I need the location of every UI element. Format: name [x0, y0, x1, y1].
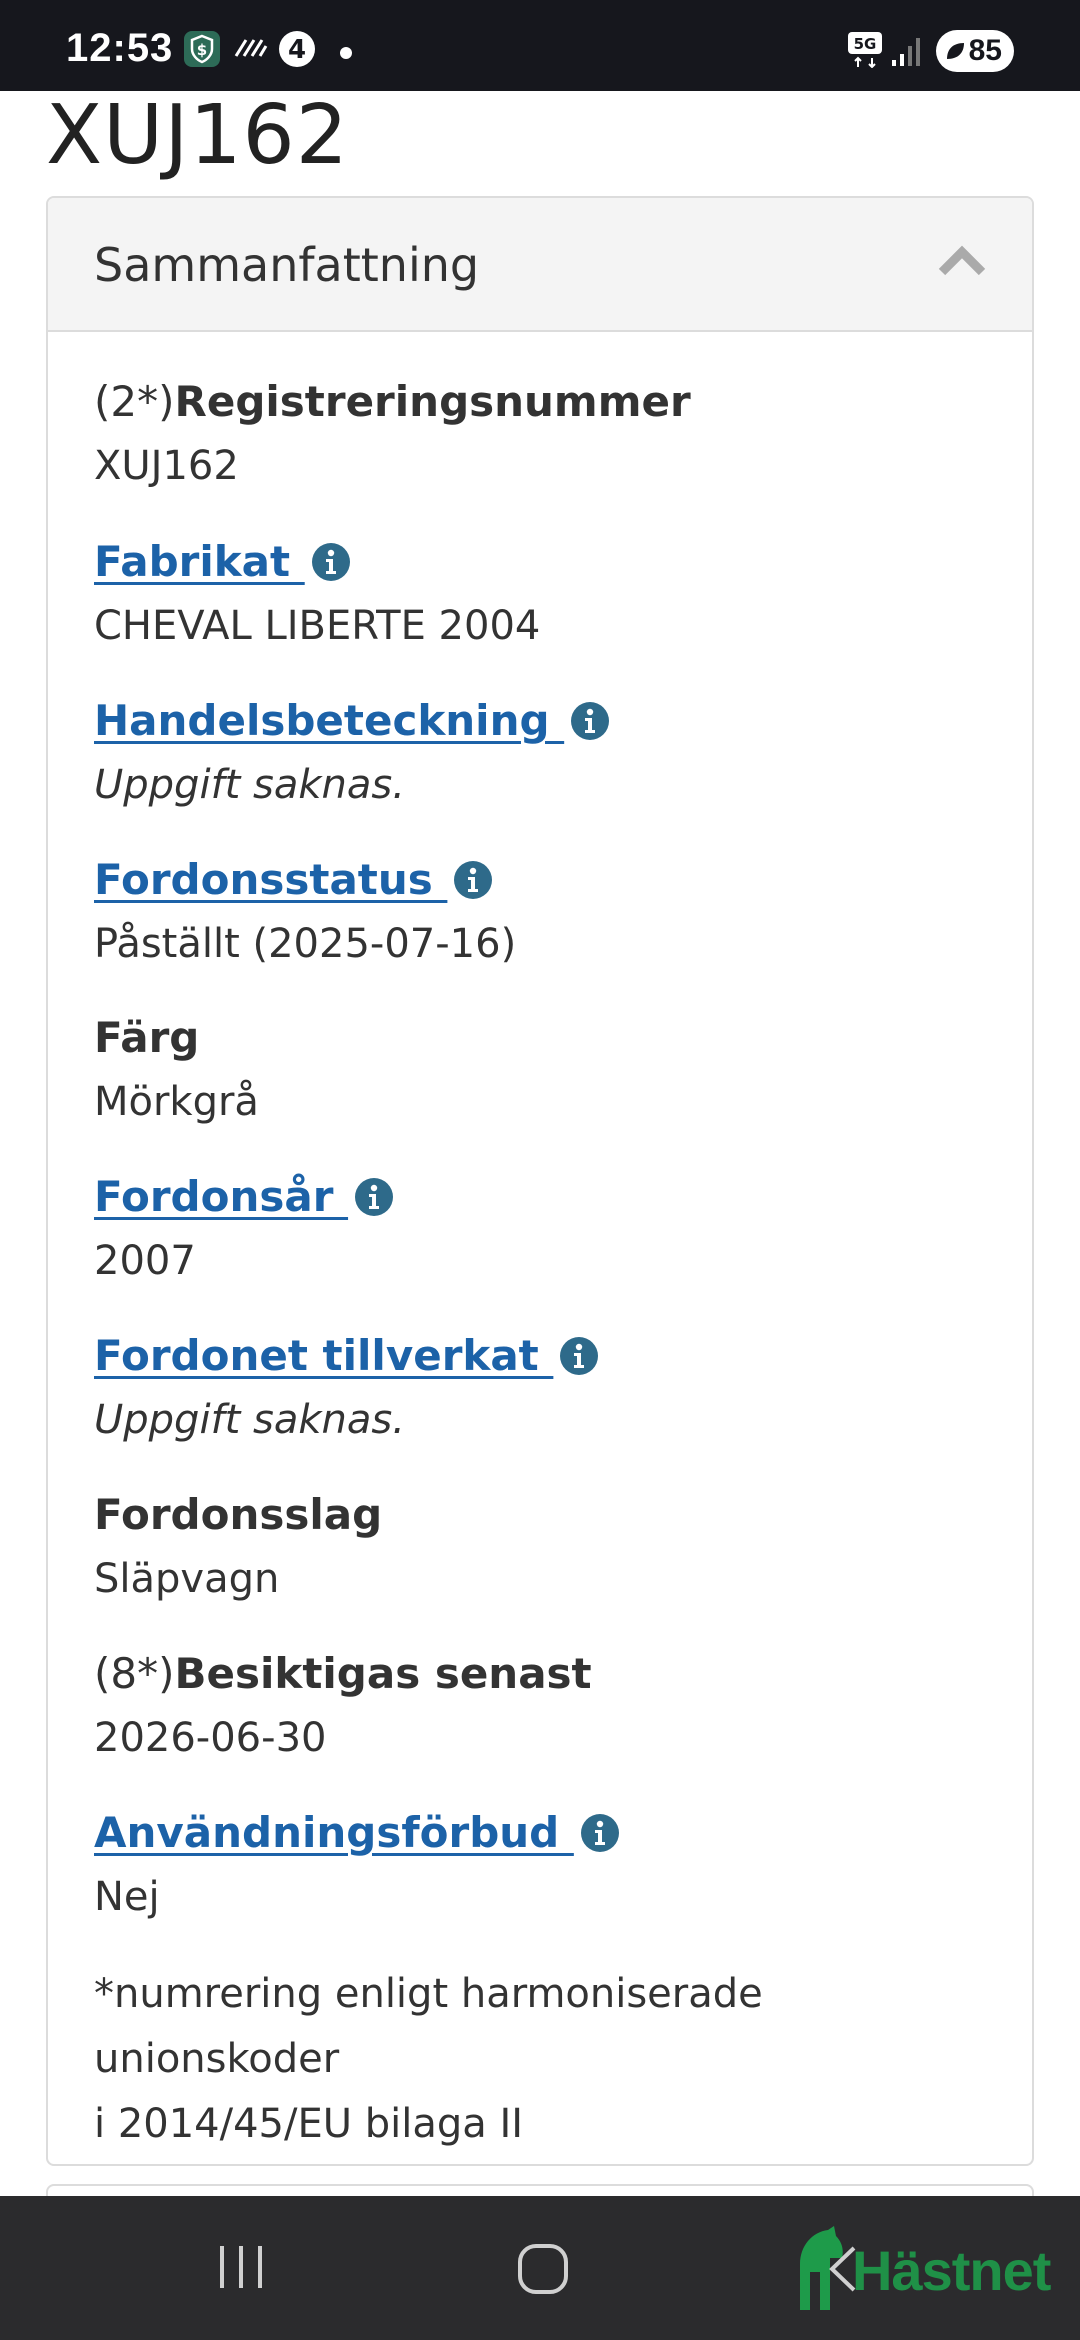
handelsbeteckning-link[interactable]: Handelsbeteckning: [94, 696, 564, 745]
four-circle-icon: 4: [279, 31, 315, 67]
field-label-text: Besiktigas senast: [174, 1649, 592, 1698]
recents-icon[interactable]: [216, 2242, 266, 2292]
footnote-line-1: *numrering enligt harmoniserade unionsko…: [94, 1971, 763, 2082]
5g-icon: 5G: [848, 32, 882, 68]
svg-text:$: $: [197, 41, 207, 59]
status-time: 12:53: [66, 26, 174, 70]
field-prefix: (2*): [94, 377, 175, 426]
info-icon[interactable]: [580, 1813, 620, 1853]
field-handelsbeteckning: Handelsbeteckning Uppgift saknas.: [94, 691, 994, 815]
field-value: 2007: [94, 1238, 196, 1284]
field-fabrikat: Fabrikat CHEVAL LIBERTE 2004: [94, 532, 994, 656]
footnote: *numrering enligt harmoniserade unionsko…: [94, 1962, 994, 2157]
svg-text:5G: 5G: [854, 35, 877, 53]
page-title: XUJ162: [46, 88, 349, 183]
info-icon[interactable]: [559, 1336, 599, 1376]
field-registreringsnummer: (2*)Registreringsnummer XUJ162: [94, 372, 994, 496]
field-fordonsar: Fordonsår 2007: [94, 1167, 994, 1291]
field-value: Uppgift saknas.: [94, 1397, 405, 1443]
field-besiktigas-senast: (8*)Besiktigas senast 2026-06-30: [94, 1644, 994, 1768]
battery-icon: 85: [936, 30, 1014, 72]
footnote-line-2: i 2014/45/EU bilaga II: [94, 2101, 524, 2147]
battery-level: 85: [968, 34, 1002, 67]
field-value: Nej: [94, 1874, 160, 1920]
field-farg: Färg Mörkgrå: [94, 1008, 994, 1132]
field-label-text: Registreringsnummer: [174, 377, 691, 426]
field-label: Fordonsslag: [94, 1490, 383, 1539]
info-icon[interactable]: [570, 701, 610, 741]
anvandningsforbud-link[interactable]: Användningsförbud: [94, 1808, 574, 1857]
field-value: Släpvagn: [94, 1556, 280, 1602]
status-bar: 12:53 $ 4 5G 85: [0, 0, 1080, 91]
field-value: XUJ162: [94, 443, 239, 489]
fordonsstatus-link[interactable]: Fordonsstatus: [94, 855, 447, 904]
back-icon[interactable]: [826, 2244, 860, 2294]
stripes-icon: [234, 39, 268, 57]
home-icon[interactable]: [516, 2242, 570, 2296]
dot-icon: [340, 47, 352, 59]
summary-panel: Sammanfattning (2*)Registreringsnummer X…: [46, 196, 1034, 2166]
brand-text: Hästnet: [852, 2239, 1051, 2302]
field-label: Handelsbeteckning: [94, 691, 994, 751]
field-value: Uppgift saknas.: [94, 762, 405, 808]
field-value: CHEVAL LIBERTE 2004: [94, 603, 541, 649]
info-icon[interactable]: [453, 860, 493, 900]
field-label: (8*)Besiktigas senast: [94, 1644, 994, 1704]
panel-heading[interactable]: Sammanfattning: [48, 198, 1032, 332]
field-label: Fordonsår: [94, 1167, 994, 1227]
field-label: Fordonsstatus: [94, 850, 994, 910]
field-label: (2*)Registreringsnummer: [94, 372, 994, 432]
field-value: 2026-06-30: [94, 1715, 327, 1761]
signal-icon: [892, 38, 920, 66]
navigation-bar: Hästnet: [0, 2196, 1080, 2340]
panel-title: Sammanfattning: [94, 238, 480, 292]
field-value: Påställt (2025-07-16): [94, 921, 517, 967]
field-fordonsslag: Fordonsslag Släpvagn: [94, 1485, 994, 1609]
fabrikat-link[interactable]: Fabrikat: [94, 537, 305, 586]
info-icon[interactable]: [354, 1177, 394, 1217]
leaf-icon: [947, 43, 964, 59]
fordonet-tillverkat-link[interactable]: Fordonet tillverkat: [94, 1331, 553, 1380]
chevron-up-icon[interactable]: [938, 244, 986, 276]
field-fordonsstatus: Fordonsstatus Påställt (2025-07-16): [94, 850, 994, 974]
field-fordonet-tillverkat: Fordonet tillverkat Uppgift saknas.: [94, 1326, 994, 1450]
field-label: Fordonet tillverkat: [94, 1326, 994, 1386]
field-value: Mörkgrå: [94, 1079, 259, 1125]
field-label: Fabrikat: [94, 532, 994, 592]
shield-dollar-icon: $: [184, 31, 220, 67]
field-anvandningsforbud: Användningsförbud Nej: [94, 1803, 994, 1927]
field-label: Användningsförbud: [94, 1803, 994, 1863]
svg-text:4: 4: [288, 35, 306, 65]
fordonsar-link[interactable]: Fordonsår: [94, 1172, 348, 1221]
info-icon[interactable]: [311, 542, 351, 582]
field-label: Färg: [94, 1013, 200, 1062]
field-prefix: (8*): [94, 1649, 175, 1698]
